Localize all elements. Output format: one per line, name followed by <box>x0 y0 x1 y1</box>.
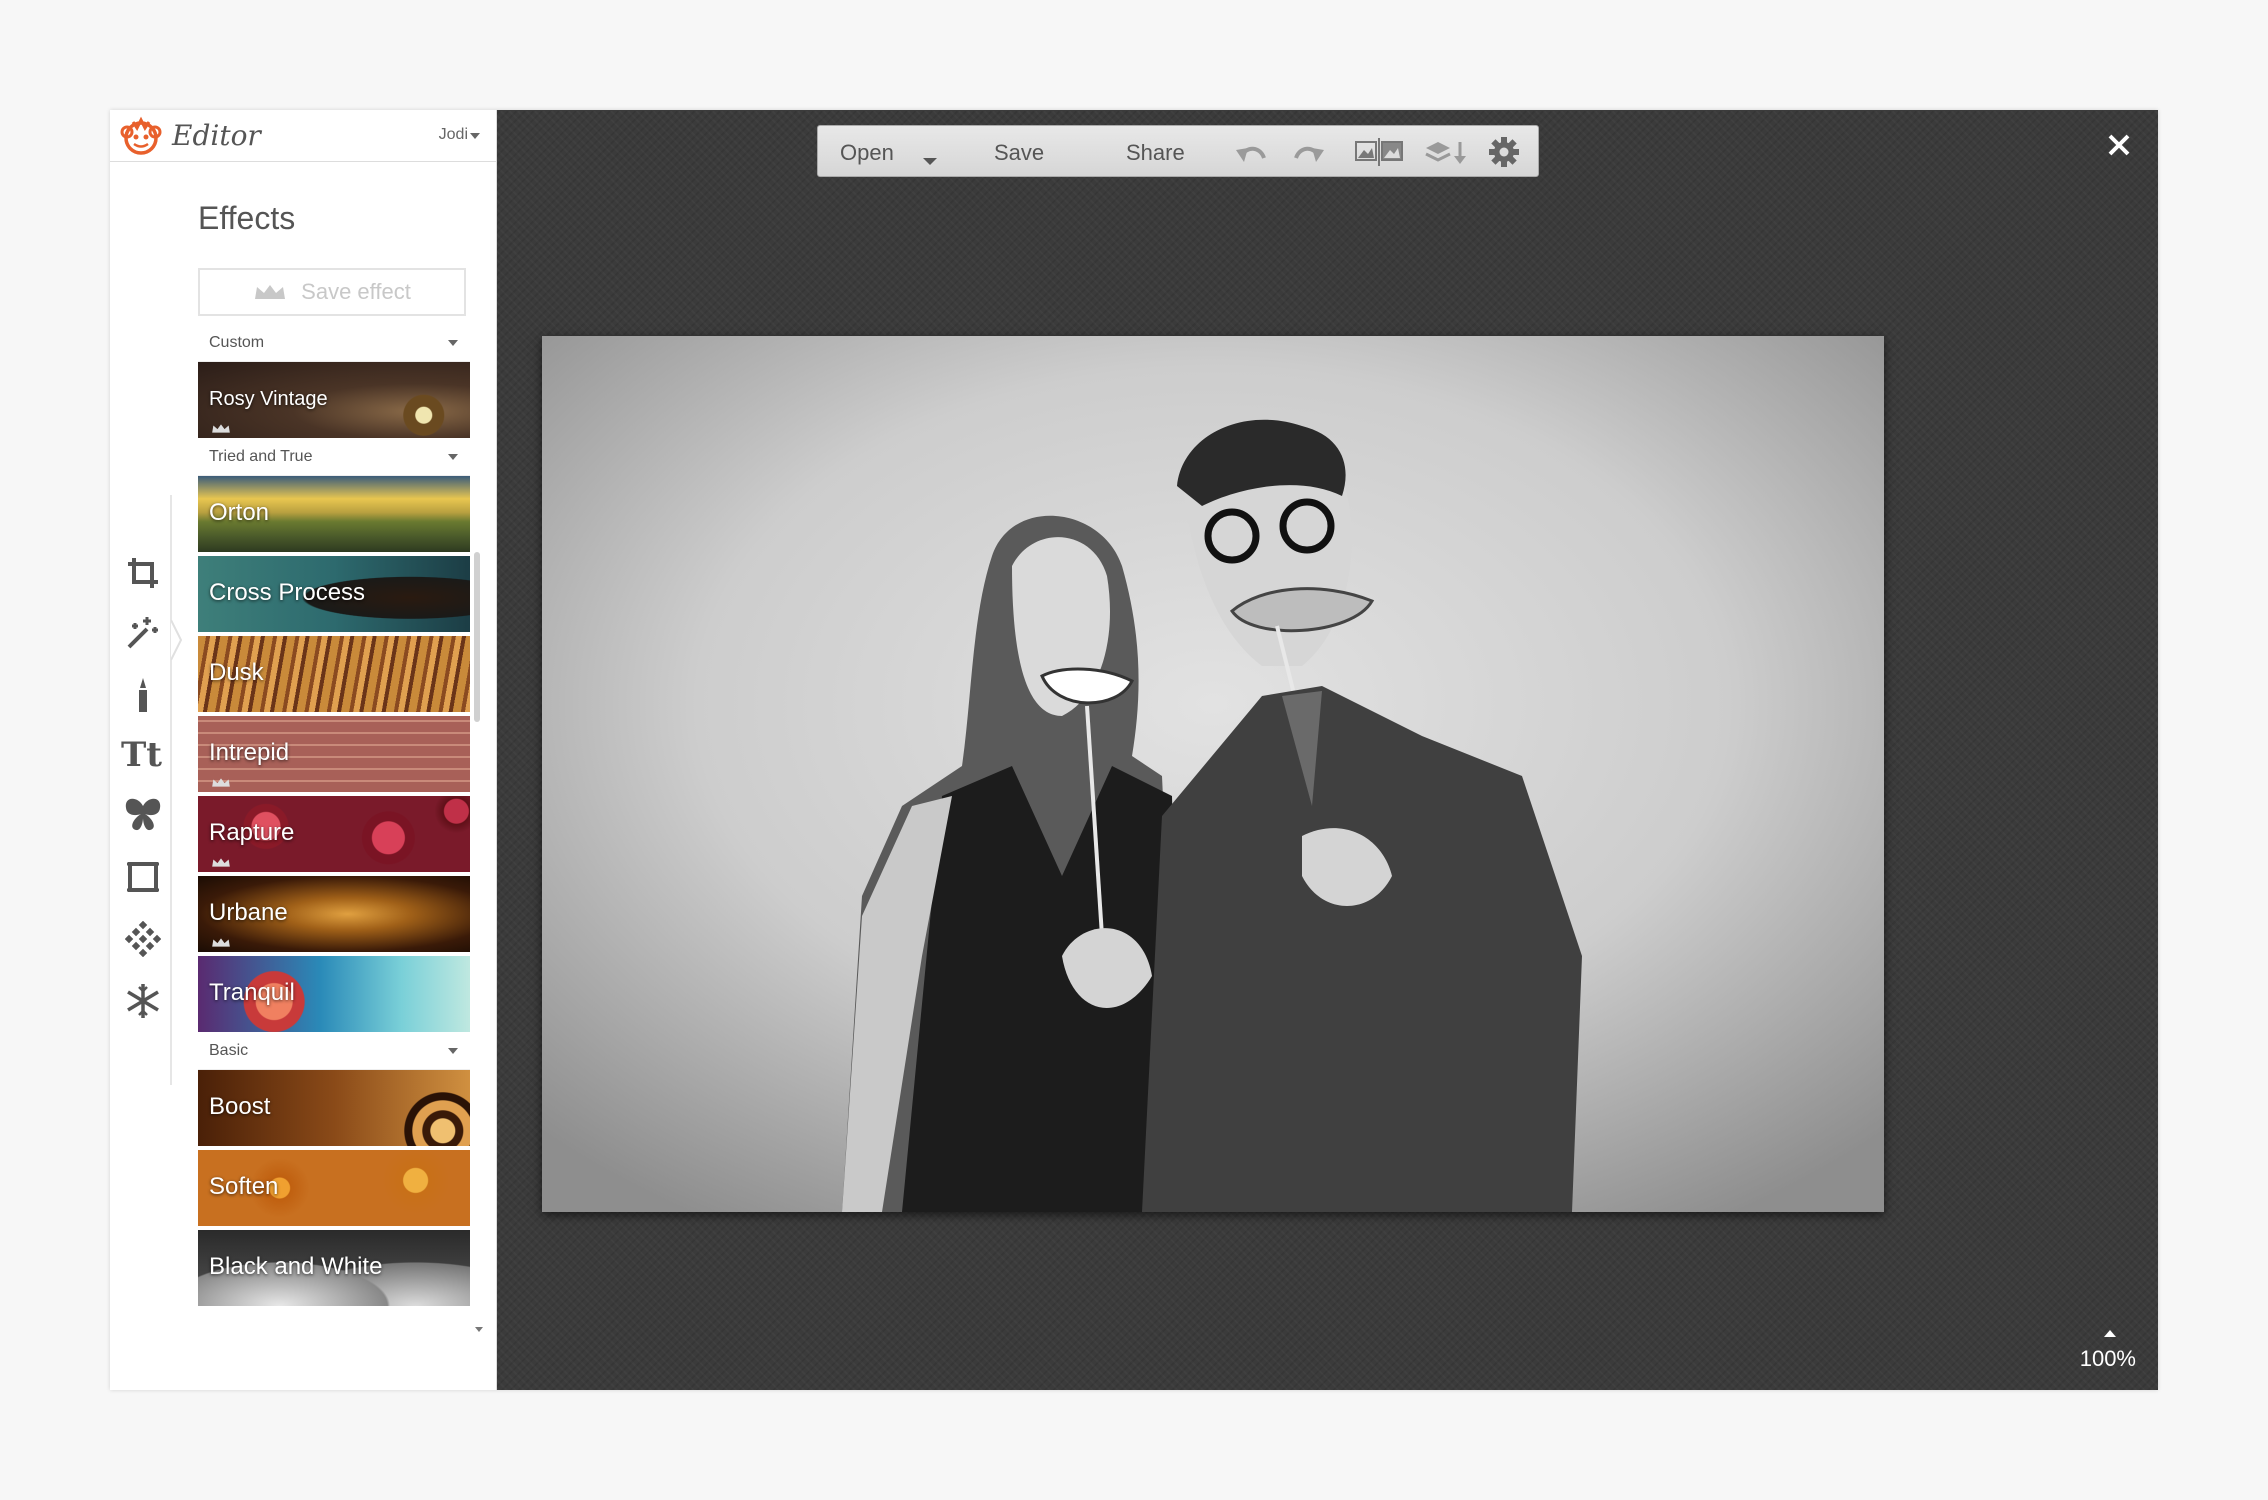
effect-label: Soften <box>209 1173 279 1200</box>
chevron-down-icon[interactable] <box>448 340 458 346</box>
seasonal-snowflake-icon[interactable] <box>120 978 166 1024</box>
section-label: Custom <box>209 333 265 351</box>
section-custom[interactable]: Custom <box>198 324 470 362</box>
crown-icon <box>212 424 230 433</box>
effect-label: Rosy Vintage <box>209 388 328 410</box>
effect-cross-process[interactable]: Cross Process <box>198 556 470 632</box>
butterfly-overlay-icon[interactable] <box>120 792 166 838</box>
effects-list: Custom Rosy Vintage Tried and True Orton… <box>198 324 470 1442</box>
effect-intrepid[interactable]: Intrepid <box>198 716 470 792</box>
save-button[interactable]: Save <box>994 140 1044 166</box>
section-label: Tried and True <box>209 447 313 465</box>
effect-label: Tranquil <box>209 979 295 1006</box>
user-menu[interactable]: Jodi <box>439 126 468 144</box>
section-basic[interactable]: Basic <box>198 1032 470 1070</box>
share-button[interactable]: Share <box>1126 140 1185 166</box>
save-effect-label: Save effect <box>301 279 411 304</box>
effect-tranquil[interactable]: Tranquil <box>198 956 470 1032</box>
text-icon[interactable]: Tt <box>120 730 166 776</box>
open-dropdown-caret-icon[interactable] <box>922 146 938 178</box>
effect-black-and-white[interactable]: Black and White <box>198 1230 470 1306</box>
zoom-level[interactable]: 100% <box>2080 1346 2136 1372</box>
monkey-logo-icon[interactable] <box>120 116 162 156</box>
effect-soften[interactable]: Soften <box>198 1150 470 1226</box>
top-toolbar: Open Save Share <box>817 125 1539 177</box>
crown-icon <box>212 778 230 787</box>
rail-divider <box>170 495 172 1085</box>
effect-label: Cross Process <box>209 579 366 606</box>
layers-download-icon[interactable] <box>1424 136 1468 168</box>
crown-icon <box>255 285 286 299</box>
section-tried-and-true[interactable]: Tried and True <box>198 438 470 476</box>
effect-label: Rapture <box>209 819 295 846</box>
crown-icon <box>212 858 230 867</box>
app-name: Editor <box>172 119 261 152</box>
edited-photo[interactable] <box>542 336 1884 1212</box>
effect-rosy-vintage[interactable]: Rosy Vintage <box>198 362 470 438</box>
photo-editor-window: Editor Jodi Effects Save effect Tt Custo… <box>110 110 2158 1390</box>
effect-label: Urbane <box>209 899 288 926</box>
settings-gear-icon[interactable] <box>1488 136 1520 168</box>
effects-scrollbar[interactable] <box>474 442 483 1332</box>
chevron-down-icon[interactable] <box>470 133 480 139</box>
section-label: Basic <box>209 1041 249 1059</box>
effect-label: Intrepid <box>209 739 290 766</box>
brand-bar: Editor Jodi <box>110 110 496 162</box>
effect-boost[interactable]: Boost <box>198 1070 470 1146</box>
open-button[interactable]: Open <box>840 140 894 166</box>
magic-wand-icon[interactable] <box>120 610 166 656</box>
effect-label: Orton <box>209 499 270 526</box>
crown-icon <box>212 938 230 947</box>
svg-text:Tt: Tt <box>121 736 162 770</box>
effect-label: Dusk <box>209 659 264 686</box>
effect-rapture[interactable]: Rapture <box>198 796 470 872</box>
undo-icon[interactable] <box>1232 136 1270 168</box>
chevron-down-icon[interactable] <box>448 1048 458 1054</box>
effect-dusk[interactable]: Dusk <box>198 636 470 712</box>
active-tool-indicator <box>171 620 183 660</box>
texture-icon[interactable] <box>120 916 166 962</box>
frame-icon[interactable] <box>120 854 166 900</box>
panel-title: Effects <box>198 200 296 236</box>
compare-images-icon[interactable] <box>1354 136 1406 168</box>
effect-orton[interactable]: Orton <box>198 476 470 552</box>
effect-urbane[interactable]: Urbane <box>198 876 470 952</box>
close-icon[interactable] <box>2104 130 2134 160</box>
effects-panel: Editor Jodi Effects Save effect Tt Custo… <box>110 110 497 1390</box>
crop-icon[interactable] <box>120 550 166 596</box>
touch-up-brush-icon[interactable] <box>120 672 166 718</box>
zoom-up-arrow-icon[interactable] <box>2104 1330 2116 1337</box>
effect-label: Boost <box>209 1093 271 1120</box>
photo-couple-icon <box>542 336 1884 1212</box>
save-effect-button[interactable]: Save effect <box>198 268 466 316</box>
chevron-down-icon[interactable] <box>448 454 458 460</box>
scroll-down-arrow-icon[interactable] <box>475 1327 483 1332</box>
effect-label: Black and White <box>209 1253 383 1280</box>
redo-icon[interactable] <box>1290 136 1328 168</box>
scrollbar-thumb[interactable] <box>474 552 480 722</box>
canvas-area: Open Save Share 100% <box>497 110 2158 1390</box>
